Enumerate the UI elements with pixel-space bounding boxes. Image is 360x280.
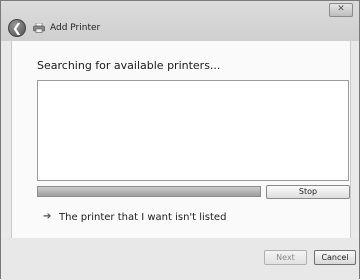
stop-button[interactable]: Stop	[266, 185, 350, 199]
close-button[interactable]: ✕	[329, 3, 353, 17]
search-progress-fill	[38, 187, 260, 196]
add-printer-window: ✕ ❮ Add Printer Searching for available …	[0, 0, 360, 280]
search-progress-bar	[37, 186, 261, 197]
page-heading: Searching for available printers...	[37, 59, 221, 72]
stop-button-label: Stop	[298, 187, 318, 196]
arrow-right-icon: ➔	[43, 211, 52, 222]
title-bar: ✕ ❮ Add Printer	[1, 1, 359, 41]
printer-not-listed-label: The printer that I want isn't listed	[59, 212, 227, 223]
back-button[interactable]: ❮	[8, 19, 26, 37]
cancel-button[interactable]: Cancel	[314, 250, 356, 265]
printer-icon	[33, 23, 45, 33]
close-icon: ✕	[337, 4, 345, 14]
next-button[interactable]: Next	[264, 250, 307, 265]
printer-list[interactable]	[37, 80, 349, 181]
back-arrow-icon: ❮	[11, 21, 23, 35]
next-button-label: Next	[276, 253, 295, 262]
cancel-button-label: Cancel	[321, 253, 349, 262]
window-title: Add Printer	[50, 23, 101, 33]
